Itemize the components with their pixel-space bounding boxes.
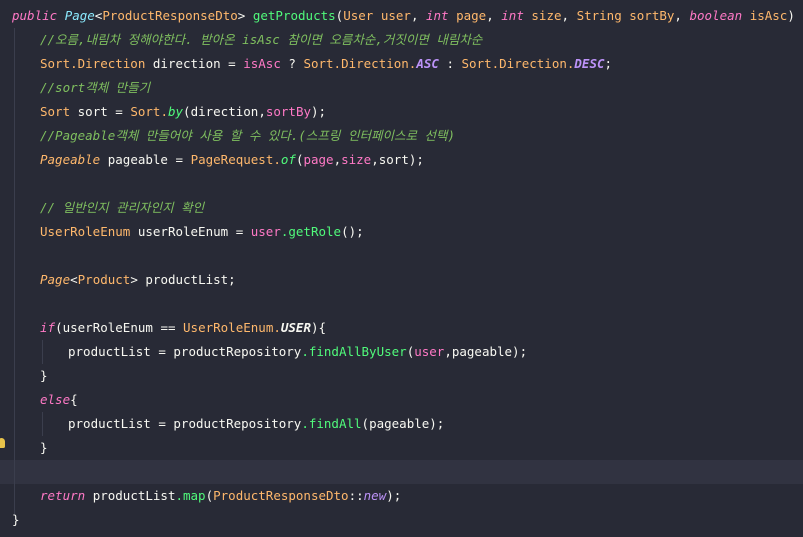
indent-guide-inner xyxy=(42,412,43,436)
code-line: else{ xyxy=(40,392,78,407)
code-line: if(userRoleEnum == UserRoleEnum.USER){ xyxy=(40,320,327,335)
code-line: Sort.Direction direction = isAsc ? Sort.… xyxy=(40,56,613,71)
code-comment: //오름,내림차 정해야한다. 받아온 isAsc 참이면 오름차순,거짓이면 … xyxy=(40,32,483,47)
code-comment: //Pageable객체 만들어야 사용 할 수 있다.(스프링 인터페이스로 … xyxy=(40,128,456,143)
code-line: UserRoleEnum userRoleEnum = user.getRole… xyxy=(40,224,364,239)
code-comment: // 일반인지 관리자인지 확인 xyxy=(40,200,205,215)
code-line: public Page<ProductResponseDto> getProdu… xyxy=(12,8,803,23)
code-line: Sort sort = Sort.by(direction,sortBy); xyxy=(40,104,327,119)
code-line: return productList.map(ProductResponseDt… xyxy=(40,488,402,503)
code-comment: //sort객체 만들기 xyxy=(40,80,151,95)
indent-guide-inner xyxy=(42,340,43,364)
indent-guide xyxy=(14,28,15,515)
code-line: Pageable pageable = PageRequest.of(page,… xyxy=(40,152,424,167)
code-editor[interactable]: public Page<ProductResponseDto> getProdu… xyxy=(0,0,803,537)
code-line: } xyxy=(40,440,48,455)
current-line-highlight xyxy=(0,460,803,484)
code-line: Page<Product> productList; xyxy=(40,272,236,287)
code-line: } xyxy=(40,368,48,383)
code-line: } xyxy=(12,512,20,527)
lightbulb-icon[interactable] xyxy=(0,438,5,448)
code-line: productList = productRepository.findAllB… xyxy=(68,344,528,359)
code-line: productList = productRepository.findAll(… xyxy=(68,416,445,431)
